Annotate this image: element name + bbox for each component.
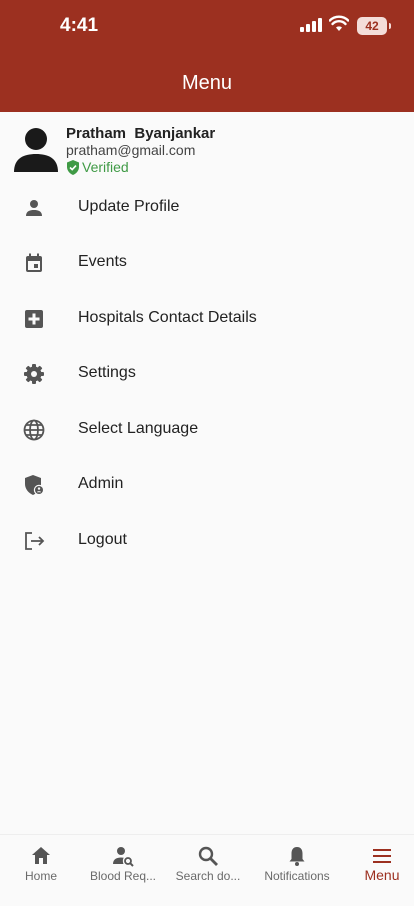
nav-item-home[interactable]: Home (0, 835, 83, 895)
menu-item-label: Update Profile (78, 198, 180, 215)
verified-badge: Verified (66, 159, 129, 175)
nav-item-menu[interactable]: Menu (340, 835, 414, 895)
person-icon (26, 200, 42, 216)
nav-label: Search do... (175, 869, 241, 883)
hospital-icon (25, 310, 43, 328)
menu-item-admin[interactable]: Admin (0, 460, 414, 510)
nav-item-blood-requests[interactable]: Blood Req... (81, 835, 165, 895)
nav-label: Home (24, 869, 57, 883)
calendar-icon (26, 253, 42, 272)
menu-item-label: Admin (78, 475, 124, 492)
status-time: 4:41 (60, 15, 99, 36)
menu-item-label: Hospitals Contact Details (78, 309, 257, 326)
nav-label: Menu (364, 867, 400, 883)
gear-icon (24, 364, 44, 384)
person-search-icon (113, 847, 134, 867)
avatar (14, 128, 58, 172)
profile-name: Pratham Byanjankar (66, 125, 216, 142)
status-bar: 4:41 42 (0, 0, 414, 52)
logout-icon (25, 532, 45, 550)
verified-label: Verified (82, 159, 129, 175)
bell-icon (289, 847, 305, 866)
verified-shield-icon (67, 159, 79, 175)
admin-shield-icon (25, 475, 45, 496)
menu-icon (373, 849, 391, 863)
menu-item-label: Select Language (78, 420, 199, 437)
nav-item-notifications[interactable]: Notifications (255, 835, 339, 895)
search-icon (198, 846, 218, 866)
menu-item-label: Settings (78, 364, 136, 381)
nav-label: Blood Req... (89, 869, 157, 883)
menu-item-logout[interactable]: Logout (0, 516, 414, 566)
profile-header[interactable]: Pratham Byanjankar pratham@gmail.com Ver… (0, 118, 414, 180)
globe-icon (23, 419, 45, 441)
app-bar: 4:41 42 Menu (0, 0, 414, 112)
menu-item-label: Events (78, 253, 127, 270)
page-title: Menu (181, 72, 233, 94)
menu-item-settings[interactable]: Settings (0, 349, 414, 399)
nav-item-search-donors[interactable]: Search do... (166, 835, 250, 895)
menu-item-label: Logout (78, 531, 127, 548)
menu-item-select-language[interactable]: Select Language (0, 405, 414, 455)
menu-item-hospitals-contact[interactable]: Hospitals Contact Details (0, 294, 414, 344)
wifi-icon (329, 15, 349, 31)
bottom-navigation: Home Blood Req... Search do... Notificat… (0, 834, 414, 906)
battery-icon: 42 (357, 17, 391, 35)
profile-email: pratham@gmail.com (66, 142, 196, 158)
nav-label: Notifications (264, 869, 330, 883)
home-icon (32, 847, 50, 864)
menu-item-events[interactable]: Events (0, 238, 414, 288)
signal-icon (300, 18, 322, 32)
menu-item-update-profile[interactable]: Update Profile (0, 183, 414, 233)
